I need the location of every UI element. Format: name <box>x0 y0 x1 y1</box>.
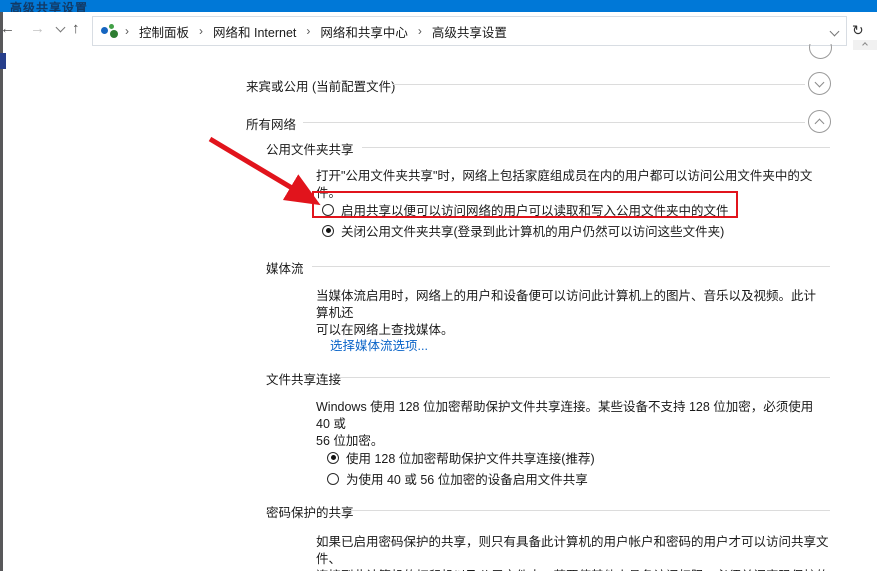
file-sharing-connections-description: Windows 使用 128 位加密帮助保护文件共享连接。某些设备不支持 128… <box>316 399 826 450</box>
media-streaming-title: 媒体流 <box>266 258 304 277</box>
description-line: Windows 使用 128 位加密帮助保护文件共享连接。某些设备不支持 128… <box>316 399 826 433</box>
section-guest-public-expand-button[interactable] <box>808 72 831 95</box>
breadcrumb-network-sharing-center[interactable]: 网络和共享中心 <box>320 22 408 41</box>
breadcrumb-control-panel[interactable]: 控制面板 <box>139 22 189 41</box>
refresh-icon[interactable]: ↻ <box>852 22 864 39</box>
description-line: 如果已启用密码保护的共享，则只有具备此计算机的用户帐户和密码的用户才可以访问共享… <box>316 534 831 568</box>
media-streaming-description: 当媒体流启用时，网络上的用户和设备便可以访问此计算机上的图片、音乐以及视频。此计… <box>316 288 826 339</box>
section-guest-public-title: 来宾或公用 (当前配置文件) <box>246 76 395 95</box>
up-icon[interactable]: ↑ <box>72 19 80 39</box>
breadcrumb-separator: › <box>306 24 310 38</box>
breadcrumb: › 控制面板 › 网络和 Internet › 网络和共享中心 › 高级共享设置 <box>125 22 507 41</box>
annotation-arrow <box>200 128 330 214</box>
recent-locations-chevron-icon[interactable] <box>56 23 66 33</box>
scrollbar-up-button[interactable] <box>853 40 877 50</box>
address-bar[interactable]: › 控制面板 › 网络和 Internet › 网络和共享中心 › 高级共享设置 <box>92 16 847 46</box>
divider <box>303 122 805 123</box>
radio-use-128-bit-encryption[interactable]: 使用 128 位加密帮助保护文件共享连接(推荐) <box>327 448 595 467</box>
radio-label: 关闭公用文件夹共享(登录到此计算机的用户仍然可以访问这些文件夹) <box>341 221 724 240</box>
background-window-edge <box>0 12 3 571</box>
divider <box>362 147 830 148</box>
password-protected-sharing-description: 如果已启用密码保护的共享，则只有具备此计算机的用户帐户和密码的用户才可以访问共享… <box>316 534 831 571</box>
breadcrumb-advanced-sharing[interactable]: 高级共享设置 <box>432 22 507 41</box>
breadcrumb-network-internet[interactable]: 网络和 Internet <box>213 22 296 41</box>
background-window-text-remnant <box>0 53 6 69</box>
radio-label: 使用 128 位加密帮助保护文件共享连接(推荐) <box>346 448 595 467</box>
radio-icon-selected[interactable] <box>322 225 334 237</box>
radio-enable-public-folder-sharing[interactable]: 启用共享以便可以访问网络的用户可以读取和写入公用文件夹中的文件 <box>322 200 729 219</box>
radio-enable-40-56-bit-encryption[interactable]: 为使用 40 或 56 位加密的设备启用文件共享 <box>327 469 588 488</box>
divider <box>340 377 830 378</box>
radio-icon-selected[interactable] <box>327 452 339 464</box>
divider <box>393 84 805 85</box>
breadcrumb-separator: › <box>199 24 203 38</box>
file-sharing-connections-title: 文件共享连接 <box>266 369 341 388</box>
radio-label: 为使用 40 或 56 位加密的设备启用文件共享 <box>346 469 588 488</box>
password-protected-sharing-title: 密码保护的共享 <box>266 502 354 521</box>
advanced-sharing-settings-window: 高级共享设置 ← → ↑ › 控制面板 › 网络和 Internet › 网络和… <box>0 0 877 571</box>
radio-icon[interactable] <box>327 473 339 485</box>
address-dropdown-chevron-icon[interactable] <box>830 26 840 36</box>
divider <box>350 510 830 511</box>
choose-media-streaming-options-link[interactable]: 选择媒体流选项... <box>330 335 428 354</box>
title-bar: 高级共享设置 <box>0 0 877 12</box>
window-title: 高级共享设置 <box>10 0 88 12</box>
radio-icon[interactable] <box>322 204 334 216</box>
divider <box>312 266 830 267</box>
network-icon <box>101 23 119 39</box>
radio-turn-off-public-folder-sharing[interactable]: 关闭公用文件夹共享(登录到此计算机的用户仍然可以访问这些文件夹) <box>322 221 724 240</box>
navigation-bar: ← → ↑ › 控制面板 › 网络和 Internet › 网络和共享中心 › … <box>0 12 877 47</box>
breadcrumb-separator: › <box>125 24 129 38</box>
description-line: 当媒体流启用时，网络上的用户和设备便可以访问此计算机上的图片、音乐以及视频。此计… <box>316 288 826 322</box>
breadcrumb-separator: › <box>418 24 422 38</box>
section-all-networks-collapse-button[interactable] <box>808 110 831 133</box>
forward-icon[interactable]: → <box>30 19 45 39</box>
radio-label: 启用共享以便可以访问网络的用户可以读取和写入公用文件夹中的文件 <box>341 200 729 219</box>
clipped-section-chevron <box>806 44 836 62</box>
